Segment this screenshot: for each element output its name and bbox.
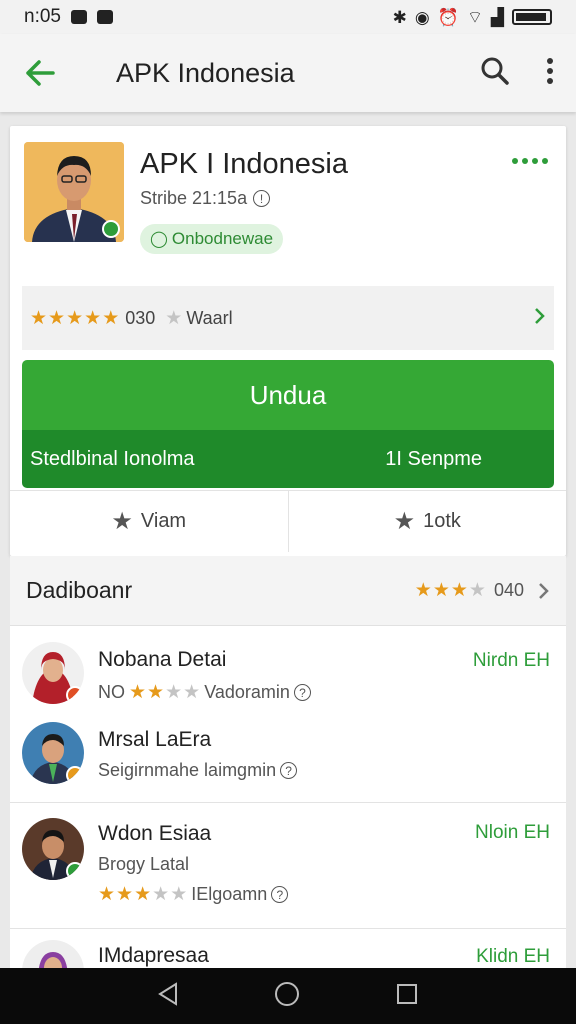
install-details: Stedlbinal Ionolma 1I Senpme: [22, 430, 554, 488]
review-meta: ★ ★ ★ ★ ★ IElgoamn ?: [98, 884, 289, 905]
overflow-menu-icon[interactable]: [546, 57, 554, 90]
back-arrow-icon[interactable]: [22, 55, 58, 91]
app-detail-card: APK I Indonesia Stribe 21:15a ! ◯ Onbodn…: [10, 126, 566, 556]
install-details-right: 1I Senpme: [385, 447, 482, 470]
avatar: [22, 940, 84, 968]
app-status-chip[interactable]: ◯ Onbodnewae: [140, 224, 284, 254]
info-icon[interactable]: ?: [271, 886, 289, 903]
review-meta-text: Seigirnmahe laimgmin: [98, 760, 277, 780]
app-title: APK I Indonesia: [140, 148, 348, 180]
install-details-left: Stedlbinal Ionolma: [30, 447, 195, 470]
rating-summary[interactable]: ★ ★ ★ ★ ★ 030 ★ Waarl: [22, 286, 554, 350]
chevron-right-icon: [539, 582, 549, 599]
app-subtitle-text: Stribe 21:15a: [140, 188, 248, 208]
app-status-chip-label: Onbodnewae: [171, 229, 274, 248]
avatar: [22, 642, 84, 704]
install-panel: Undua Stedlbinal Ionolma 1I Senpme: [22, 360, 554, 488]
download-icon: [96, 10, 113, 24]
info-icon[interactable]: !: [253, 190, 271, 207]
action-row: ★ Viam ★ 1otk: [10, 490, 566, 552]
review-item[interactable]: IMdapresaa Klidn EH: [10, 934, 566, 968]
info-icon[interactable]: ?: [280, 762, 298, 779]
reviews-count: 040: [493, 580, 524, 600]
rating-count: 030: [125, 307, 156, 328]
app-bar: APK Indonesia: [0, 34, 576, 112]
review-meta-text: IElgoamn: [191, 884, 268, 904]
app-subtitle: Stribe 21:15a !: [140, 188, 271, 209]
more-options-icon[interactable]: [512, 158, 548, 164]
battery-icon: [512, 9, 552, 25]
app-icon: [24, 142, 124, 242]
review-item[interactable]: Wdon Esiaa Nloin EH Brogy Latal ★ ★ ★ ★ ★ IE…: [10, 808, 566, 926]
reviews-section: Dadiboanr ★ ★ ★ ★ 040 Nobana Detai Nirdn EH…: [10, 556, 566, 968]
review-meta-text: Vadoramin: [204, 682, 290, 702]
review-stars: ★ ★ ★ ★: [129, 682, 201, 703]
reviews-stars: ★ ★ ★ ★: [414, 580, 486, 601]
reviews-header[interactable]: Dadiboanr ★ ★ ★ ★ 040: [10, 556, 566, 626]
status-bar: n:05 ✱ ◉ ⏰ ⌔ ▟: [0, 0, 576, 34]
review-item[interactable]: Nobana Detai Nirdn EH NO ★ ★ ★ ★ Vadoramin …: [10, 636, 566, 716]
reviewer-name: IMdapresaa: [98, 944, 209, 967]
review-tag: Klidn EH: [476, 946, 550, 967]
reviewer-name: Mrsal LaEra: [98, 728, 212, 751]
review-meta: Seigirnmahe laimgmin ?: [98, 760, 298, 781]
chevron-right-icon: [534, 307, 546, 330]
nav-home-icon[interactable]: [273, 980, 301, 1013]
divider: [10, 928, 566, 929]
status-time: n:05: [24, 6, 61, 27]
alarm-icon: ⏰: [437, 7, 459, 27]
rating-stars: ★ ★ ★ ★ ★: [30, 307, 120, 329]
review-stars: ★ ★ ★ ★ ★: [98, 884, 188, 905]
avatar: [22, 818, 84, 880]
rating-label: Waarl: [186, 307, 233, 328]
view-button-label: Viam: [140, 510, 187, 532]
verified-badge-icon: [102, 220, 120, 238]
search-icon[interactable]: [480, 56, 510, 91]
review-meta-prefix: NO: [98, 682, 125, 702]
reviewer-name: Wdon Esiaa: [98, 822, 212, 845]
signal-icon: ▟: [490, 7, 504, 27]
review-tag: Nloin EH: [475, 822, 550, 843]
star-icon: ★: [165, 307, 183, 329]
page-title: APK Indonesia: [116, 57, 295, 88]
reviewer-name: Nobana Detai: [98, 648, 227, 671]
review-meta: NO ★ ★ ★ ★ Vadoramin ?: [98, 682, 311, 703]
view-button[interactable]: ★ Viam: [10, 491, 288, 552]
divider: [10, 802, 566, 803]
avatar: [22, 722, 84, 784]
wifi-icon: ⌔: [466, 7, 483, 27]
rate-button[interactable]: ★ 1otk: [287, 491, 567, 552]
review-tag: Nirdn EH: [472, 650, 550, 671]
rate-button-label: 1otk: [423, 510, 461, 532]
star-icon: ★: [393, 508, 416, 535]
bluetooth-icon: ✱: [392, 7, 407, 27]
install-button[interactable]: Undua: [22, 360, 554, 430]
location-icon: ◉: [414, 7, 430, 27]
system-nav-bar: [0, 968, 576, 1024]
star-icon: ★: [111, 508, 133, 535]
review-subtitle: Brogy Latal: [98, 854, 190, 874]
review-item[interactable]: Mrsal LaEra Seigirnmahe laimgmin ?: [10, 716, 566, 802]
nav-back-icon[interactable]: [157, 981, 179, 1011]
reviews-title: Dadiboanr: [26, 577, 133, 603]
check-circle-icon: ◯: [150, 231, 168, 248]
info-icon[interactable]: ?: [293, 684, 311, 701]
notification-icon: [70, 10, 87, 24]
nav-recents-icon[interactable]: [395, 982, 419, 1011]
